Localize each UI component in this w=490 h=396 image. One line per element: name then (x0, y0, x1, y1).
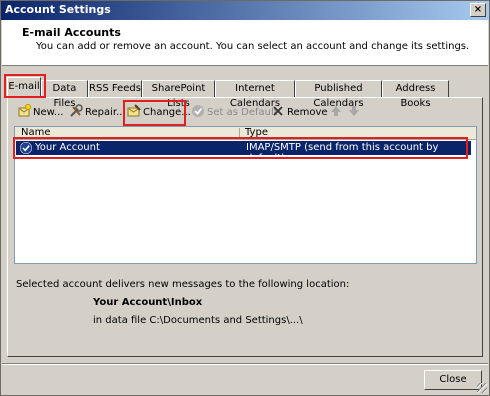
repair-icon (69, 104, 83, 118)
set-as-default-button[interactable]: Set as Default (191, 104, 278, 122)
new-icon (17, 104, 31, 118)
header-title: E-mail Accounts (22, 26, 121, 39)
window-close-button[interactable]: × (470, 3, 486, 17)
footer-divider (2, 363, 488, 365)
check-circle-icon (191, 104, 205, 118)
new-button[interactable]: New... (17, 104, 63, 122)
move-down-button[interactable] (347, 104, 363, 122)
tab-address-books[interactable]: Address Books (382, 80, 449, 109)
window-title: Account Settings (5, 3, 111, 16)
remove-button[interactable]: Remove (271, 104, 328, 122)
arrow-down-icon (347, 104, 361, 118)
delivery-intro: Selected account delivers new messages t… (16, 279, 350, 290)
highlight-change-button (123, 100, 186, 126)
account-settings-dialog: Account Settings × E-mail Accounts You c… (0, 0, 490, 396)
close-button[interactable]: Close (424, 370, 482, 390)
highlight-email-tab (4, 74, 46, 98)
x-icon (271, 104, 285, 118)
tab-sharepoint-lists[interactable]: SharePoint Lists (142, 80, 215, 109)
highlight-account-row (13, 137, 468, 159)
tab-published-calendars[interactable]: Published Calendars (295, 80, 382, 109)
title-bar: Account Settings × (1, 1, 489, 20)
move-up-button[interactable] (329, 104, 345, 122)
new-label: New... (33, 107, 64, 118)
remove-label: Remove (287, 107, 328, 118)
header-description: You can add or remove an account. You ca… (36, 41, 470, 52)
repair-label: Repair... (85, 107, 126, 118)
delivery-folder: Your Account\Inbox (93, 297, 203, 308)
resize-grip-icon[interactable] (477, 383, 487, 393)
tab-internet-calendars[interactable]: Internet Calendars (215, 80, 295, 109)
tab-data-files[interactable]: Data Files (41, 80, 88, 109)
dialog-header: E-mail Accounts You can add or remove an… (2, 20, 488, 66)
set-as-default-label: Set as Default (207, 107, 278, 118)
arrow-up-icon (329, 104, 343, 118)
delivery-data-file: in data file C:\Documents and Settings\.… (93, 315, 303, 326)
repair-button[interactable]: Repair... (69, 104, 126, 122)
tab-rss-feeds[interactable]: RSS Feeds (88, 80, 142, 97)
